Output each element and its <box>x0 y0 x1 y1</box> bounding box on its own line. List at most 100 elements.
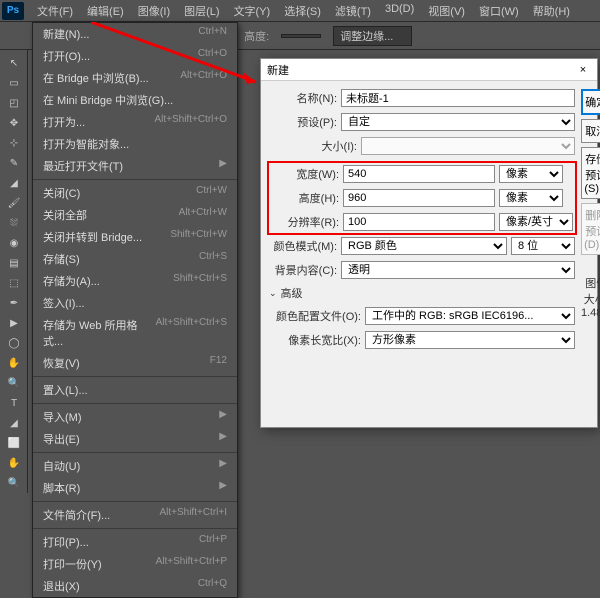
menu-item[interactable]: 关闭并转到 Bridge...Shift+Ctrl+W <box>33 226 237 248</box>
menu-item[interactable]: 文件简介(F)...Alt+Shift+Ctrl+I <box>33 504 237 526</box>
menu-item[interactable]: 置入(L)... <box>33 379 237 401</box>
top-menu-item[interactable]: 视图(V) <box>421 3 472 19</box>
menu-item[interactable]: 打印一份(Y)Alt+Shift+Ctrl+P <box>33 553 237 575</box>
top-menu-item[interactable]: 文字(Y) <box>227 3 278 19</box>
height-unit-select[interactable]: 像素 <box>499 189 563 207</box>
height-input[interactable] <box>343 189 495 207</box>
tool-button[interactable]: ◢ <box>2 174 26 193</box>
menu-separator <box>33 376 237 377</box>
bg-select[interactable]: 透明 <box>341 261 575 279</box>
menu-item[interactable]: 签入(I)... <box>33 292 237 314</box>
menu-item[interactable]: 存储(S)Ctrl+S <box>33 248 237 270</box>
profile-select[interactable]: 工作中的 RGB: sRGB IEC6196... <box>365 307 575 325</box>
tool-button[interactable]: ◉ <box>2 234 26 253</box>
tool-button[interactable]: ✋ <box>2 454 26 473</box>
menu-item[interactable]: 关闭全部Alt+Ctrl+W <box>33 204 237 226</box>
top-menu-item[interactable]: 编辑(E) <box>80 3 131 19</box>
menu-item[interactable]: 打开(O)...Ctrl+O <box>33 45 237 67</box>
res-label: 分辨率(R): <box>271 214 339 230</box>
tool-button[interactable]: 🔍 <box>2 474 26 493</box>
menu-item[interactable]: 存储为 Web 所用格式...Alt+Shift+Ctrl+S <box>33 314 237 352</box>
tool-button[interactable]: 🔍 <box>2 374 26 393</box>
tool-button[interactable]: ✒ <box>2 294 26 313</box>
menu-item[interactable]: 打开为智能对象... <box>33 133 237 155</box>
menu-item[interactable]: 恢复(V)F12 <box>33 352 237 374</box>
width-input[interactable] <box>343 165 495 183</box>
preset-select[interactable]: 自定 <box>341 113 575 131</box>
menu-separator <box>33 403 237 404</box>
bg-label: 背景内容(C): <box>269 262 337 278</box>
tool-button[interactable]: ▶ <box>2 314 26 333</box>
ps-logo: Ps <box>2 2 24 20</box>
menu-separator <box>33 179 237 180</box>
menu-item[interactable]: 打开为...Alt+Shift+Ctrl+O <box>33 111 237 133</box>
res-unit-select[interactable]: 像素/英寸 <box>499 213 573 231</box>
tools-panel: ↖▭◰✥⊹✎◢🖌⛆◉▤⬚✒▶◯✋🔍T◢⬜✋🔍 <box>0 50 28 493</box>
par-select[interactable]: 方形像素 <box>365 331 575 349</box>
close-icon[interactable]: × <box>575 62 591 78</box>
menu-item[interactable]: 退出(X)Ctrl+Q <box>33 575 237 597</box>
menu-item[interactable]: 导入(M)▶ <box>33 406 237 428</box>
top-menu-bar: Ps 文件(F)编辑(E)图像(I)图层(L)文字(Y)选择(S)滤镜(T)3D… <box>0 0 600 22</box>
profile-label: 颜色配置文件(O): <box>269 308 361 324</box>
menu-item[interactable]: 自动(U)▶ <box>33 455 237 477</box>
par-label: 像素长宽比(X): <box>269 332 361 348</box>
menu-item[interactable]: 在 Bridge 中浏览(B)...Alt+Ctrl+O <box>33 67 237 89</box>
size-label: 大小(I): <box>269 138 357 154</box>
top-menu-item[interactable]: 3D(D) <box>378 3 421 19</box>
preset-label: 预设(P): <box>269 114 337 130</box>
dialog-titlebar: 新建 × <box>261 59 597 81</box>
tool-button[interactable]: ✥ <box>2 114 26 133</box>
tool-button[interactable]: 🖌 <box>2 194 26 213</box>
tool-button[interactable]: T <box>2 394 26 413</box>
top-menu-item[interactable]: 图像(I) <box>131 3 177 19</box>
tool-button[interactable]: ◯ <box>2 334 26 353</box>
tool-button[interactable]: ⛆ <box>2 214 26 233</box>
chevron-down-icon: ⌄ <box>269 288 277 299</box>
tool-button[interactable]: ⬜ <box>2 434 26 453</box>
menu-separator <box>33 501 237 502</box>
tool-button[interactable]: ✋ <box>2 354 26 373</box>
file-menu-dropdown: 新建(N)...Ctrl+N打开(O)...Ctrl+O在 Bridge 中浏览… <box>32 22 238 598</box>
advanced-toggle[interactable]: ⌄ 高级 <box>269 285 575 301</box>
menu-item[interactable]: 导出(E)▶ <box>33 428 237 450</box>
tool-button[interactable]: ↖ <box>2 54 26 73</box>
tool-button[interactable]: ▤ <box>2 254 26 273</box>
top-menu-item[interactable]: 滤镜(T) <box>328 3 378 19</box>
menu-item[interactable]: 脚本(R)▶ <box>33 477 237 499</box>
top-menu-item[interactable]: 文件(F) <box>30 3 80 19</box>
tool-button[interactable]: ✎ <box>2 154 26 173</box>
menu-item[interactable]: 在 Mini Bridge 中浏览(G)... <box>33 89 237 111</box>
opt-height-input[interactable] <box>281 34 321 38</box>
depth-select[interactable]: 8 位 <box>511 237 575 255</box>
cancel-button[interactable]: 取消 <box>581 119 600 143</box>
top-menu-item[interactable]: 选择(S) <box>277 3 328 19</box>
tool-button[interactable]: ⊹ <box>2 134 26 153</box>
res-input[interactable] <box>343 213 495 231</box>
name-label: 名称(N): <box>269 90 337 106</box>
menu-separator <box>33 452 237 453</box>
tool-button[interactable]: ◢ <box>2 414 26 433</box>
opt-refine-edge[interactable]: 调整边缘... <box>333 26 412 46</box>
ok-button[interactable]: 确定 <box>581 89 600 115</box>
menu-item[interactable]: 新建(N)...Ctrl+N <box>33 23 237 45</box>
menu-item[interactable]: 存储为(A)...Shift+Ctrl+S <box>33 270 237 292</box>
name-input[interactable] <box>341 89 575 107</box>
mode-select[interactable]: RGB 颜色 <box>341 237 507 255</box>
opt-height-label: 高度: <box>244 28 269 44</box>
save-preset-button[interactable]: 存储预设(S)... <box>581 147 600 199</box>
dialog-title: 新建 <box>267 62 289 78</box>
top-menu-item[interactable]: 窗口(W) <box>472 3 526 19</box>
menu-item[interactable]: 打印(P)...Ctrl+P <box>33 531 237 553</box>
top-menu-item[interactable]: 图层(L) <box>177 3 226 19</box>
size-select <box>361 137 575 155</box>
menu-item[interactable]: 关闭(C)Ctrl+W <box>33 182 237 204</box>
tool-button[interactable]: ▭ <box>2 74 26 93</box>
menu-separator <box>33 528 237 529</box>
width-unit-select[interactable]: 像素 <box>499 165 563 183</box>
height-label: 高度(H): <box>271 190 339 206</box>
top-menu-item[interactable]: 帮助(H) <box>526 3 577 19</box>
menu-item[interactable]: 最近打开文件(T)▶ <box>33 155 237 177</box>
tool-button[interactable]: ◰ <box>2 94 26 113</box>
tool-button[interactable]: ⬚ <box>2 274 26 293</box>
